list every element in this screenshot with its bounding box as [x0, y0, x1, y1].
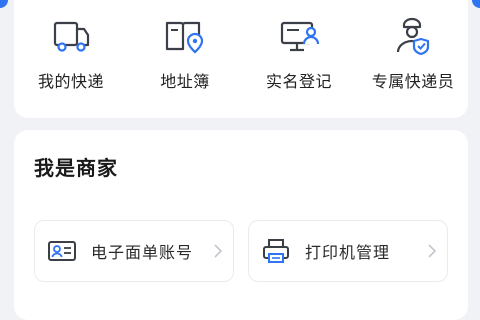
- tile-label: 打印机管理: [305, 243, 391, 262]
- service-label: 实名登记: [265, 72, 332, 91]
- merchant-card: 我是商家 电子面单账号 打印机管理: [14, 130, 468, 320]
- service-label: 我的快递: [37, 72, 104, 91]
- tile-label: 电子面单账号: [91, 243, 194, 262]
- section-title: 我是商家: [34, 156, 118, 180]
- service-label: 地址簿: [160, 72, 210, 91]
- tile-printer-management[interactable]: 打印机管理: [248, 220, 448, 282]
- printer-icon: [263, 239, 289, 263]
- service-label: 专属快递员: [371, 72, 455, 91]
- header-edge-right: [472, 0, 480, 8]
- chevron-right-icon: [214, 244, 223, 258]
- service-real-name[interactable]: 实名登记: [244, 10, 354, 106]
- delivery-truck-icon: [53, 21, 90, 52]
- service-my-express[interactable]: 我的快递: [16, 10, 126, 106]
- services-grid: 我的快递 地址簿 实名登记 专属快递员: [14, 0, 468, 118]
- id-monitor-icon: [280, 21, 320, 52]
- service-dedicated-courier[interactable]: 专属快递员: [358, 10, 468, 106]
- id-card-icon: [48, 241, 76, 261]
- courier-icon: [396, 17, 430, 56]
- header-edge-left: [0, 0, 8, 8]
- chevron-right-icon: [428, 244, 437, 258]
- address-book-icon: [165, 21, 204, 54]
- tile-electronic-waybill[interactable]: 电子面单账号: [34, 220, 234, 282]
- service-address-book[interactable]: 地址簿: [130, 10, 240, 106]
- services-card: 我的快递 地址簿 实名登记 专属快递员: [14, 0, 468, 118]
